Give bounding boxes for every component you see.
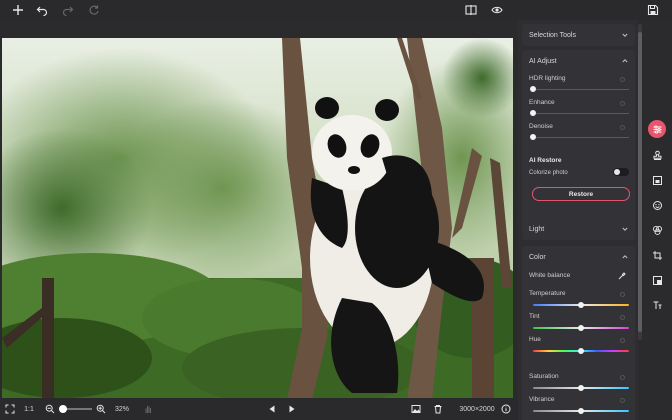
denoise-thumb[interactable] — [530, 134, 536, 140]
compare-icon[interactable] — [463, 2, 479, 18]
crop-tool-icon[interactable] — [648, 246, 666, 264]
zoom-slider-thumb[interactable] — [59, 405, 68, 413]
hdr-lighting-label: HDR lighting — [529, 75, 566, 82]
adjustments-tool-icon[interactable] — [648, 120, 666, 138]
effects-tool-icon[interactable] — [648, 221, 666, 239]
tint-label: Tint — [529, 313, 540, 320]
white-balance-label: White balance — [529, 272, 571, 279]
color-section: Color White balance Temperature Tint Hue… — [522, 246, 635, 420]
vibrance-label: Vibrance — [529, 396, 555, 403]
help-icon[interactable] — [620, 125, 625, 130]
help-icon[interactable] — [620, 77, 625, 82]
delete-icon[interactable] — [432, 402, 444, 416]
selection-tools-section[interactable]: Selection Tools — [522, 24, 635, 46]
hue-label: Hue — [529, 336, 541, 343]
colorize-toggle[interactable] — [613, 168, 629, 176]
chevron-up-icon[interactable] — [622, 58, 628, 64]
denoise-label: Denoise — [529, 123, 553, 130]
colorize-photo-label: Colorize photo — [529, 170, 568, 176]
chevron-up-icon[interactable] — [622, 254, 628, 260]
redo-icon[interactable] — [60, 2, 76, 18]
temperature-thumb[interactable] — [578, 302, 584, 308]
enhance-thumb[interactable] — [530, 110, 536, 116]
restore-button[interactable]: Restore — [532, 187, 630, 201]
resize-tool-icon[interactable] — [648, 271, 666, 289]
temperature-label: Temperature — [529, 290, 566, 297]
add-icon[interactable] — [10, 2, 26, 18]
previous-image-icon[interactable] — [266, 402, 278, 416]
hue-thumb[interactable] — [578, 348, 584, 354]
ai-adjust-title: AI Adjust — [529, 58, 557, 65]
adjustments-panel: Selection Tools AI Adjust HDR lighting E… — [518, 20, 638, 420]
ai-adjust-section: AI Adjust HDR lighting Enhance Denoise A… — [522, 50, 635, 230]
layers-tool-icon[interactable] — [648, 171, 666, 189]
actual-size-button[interactable]: 1:1 — [22, 402, 36, 416]
enhance-slider[interactable] — [533, 113, 629, 114]
color-title: Color — [529, 254, 546, 261]
hdr-lighting-thumb[interactable] — [530, 86, 536, 92]
help-icon[interactable] — [620, 375, 625, 380]
zoom-out-icon[interactable] — [44, 402, 56, 416]
denoise-slider[interactable] — [533, 137, 629, 138]
chevron-down-icon[interactable] — [622, 32, 628, 38]
help-icon[interactable] — [620, 101, 625, 106]
portrait-tool-icon[interactable] — [648, 196, 666, 214]
eyedropper-icon[interactable] — [618, 272, 626, 280]
image-canvas[interactable] — [0, 20, 518, 400]
light-section[interactable]: Light — [522, 218, 635, 240]
ai-restore-title: AI Restore — [529, 157, 562, 164]
enhance-label: Enhance — [529, 99, 555, 106]
hand-tool-icon[interactable] — [142, 402, 154, 416]
chevron-down-icon[interactable] — [622, 226, 628, 232]
help-icon[interactable] — [620, 315, 625, 320]
image-gallery-icon[interactable] — [410, 402, 422, 416]
preview-eye-icon[interactable] — [489, 2, 505, 18]
panda-photo — [2, 38, 513, 400]
saturation-label: Saturation — [529, 373, 559, 380]
image-dimensions: 3000×2000 — [459, 405, 495, 413]
info-icon[interactable] — [500, 402, 512, 416]
tool-rail — [642, 20, 672, 420]
top-toolbar — [0, 0, 672, 20]
bottom-toolbar: 1:1 32% 3000×2000 — [0, 398, 518, 420]
next-image-icon[interactable] — [286, 402, 298, 416]
toggle-knob — [614, 169, 620, 175]
stamp-tool-icon[interactable] — [648, 146, 666, 164]
help-icon[interactable] — [620, 292, 625, 297]
photo-editor-app: 1:1 32% 3000×2000 Selection Tools AI Adj… — [0, 0, 672, 420]
hdr-lighting-slider[interactable] — [533, 89, 629, 90]
vibrance-thumb[interactable] — [578, 408, 584, 414]
saturation-thumb[interactable] — [578, 385, 584, 391]
fit-screen-icon[interactable] — [4, 402, 16, 416]
selection-tools-title: Selection Tools — [529, 32, 576, 39]
tint-thumb[interactable] — [578, 325, 584, 331]
save-icon[interactable] — [645, 2, 661, 18]
zoom-percentage: 32% — [114, 405, 129, 413]
zoom-in-icon[interactable] — [95, 402, 107, 416]
help-icon[interactable] — [620, 338, 625, 343]
help-icon[interactable] — [620, 398, 625, 403]
reset-icon[interactable] — [86, 2, 102, 18]
undo-icon[interactable] — [34, 2, 50, 18]
light-title: Light — [529, 226, 545, 233]
text-tool-icon[interactable] — [648, 296, 666, 314]
